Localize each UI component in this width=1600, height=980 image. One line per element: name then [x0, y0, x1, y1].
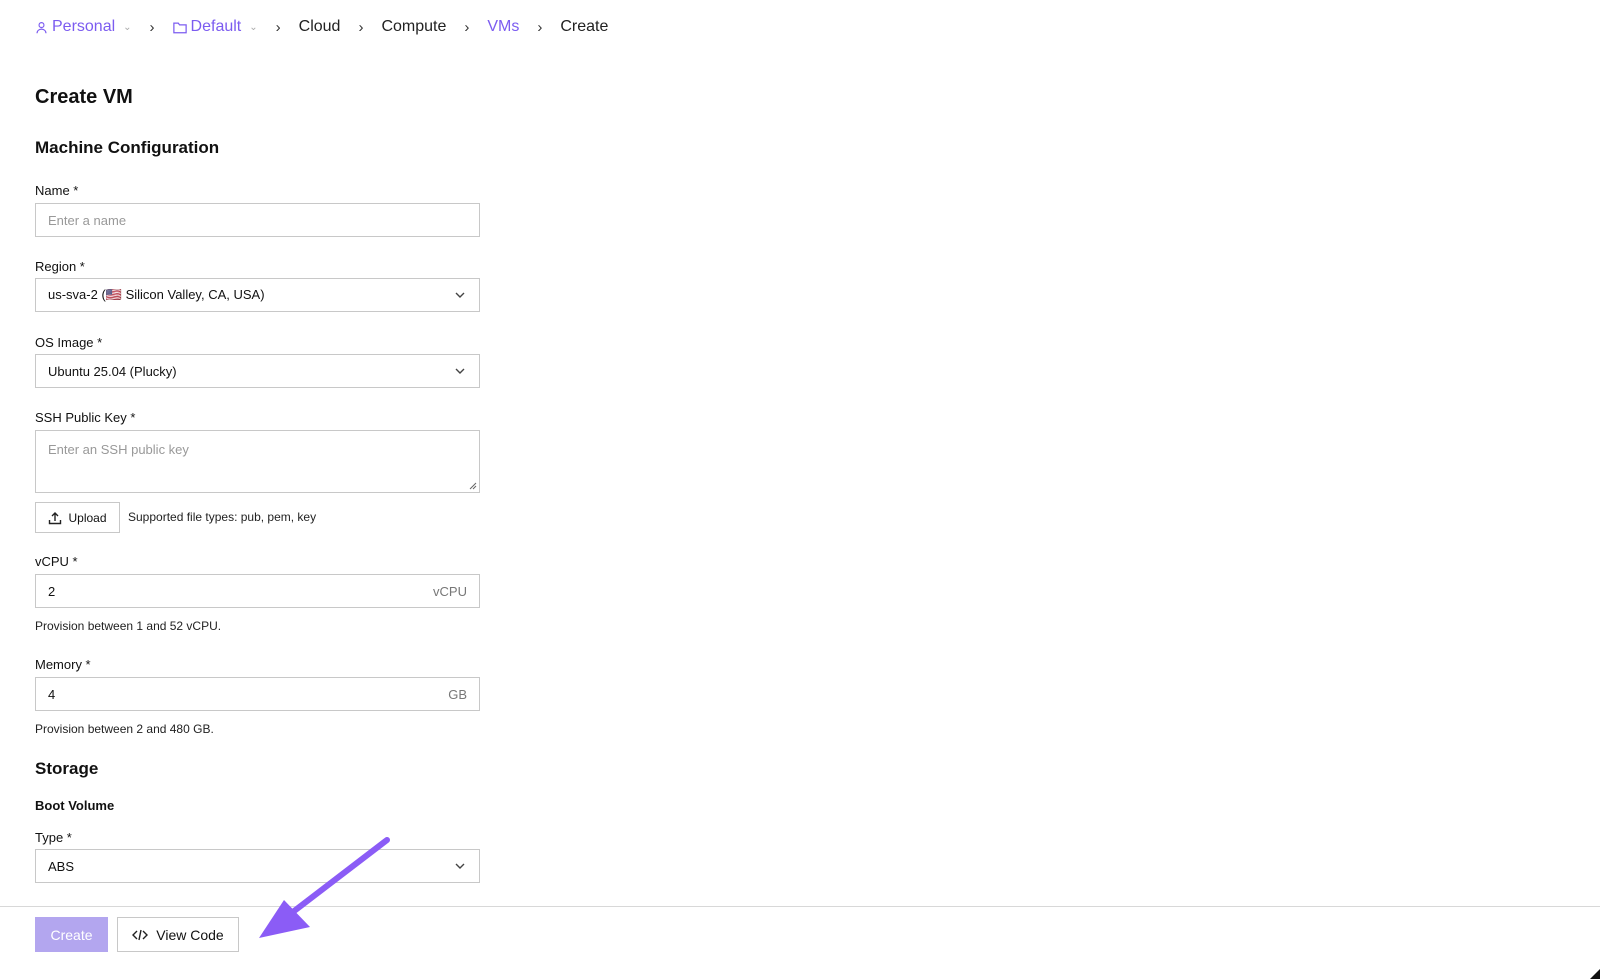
resize-handle-icon[interactable] — [469, 482, 477, 490]
region-label: Region * — [35, 259, 85, 274]
breadcrumb-personal-label: Personal — [52, 18, 116, 35]
name-input[interactable]: Enter a name — [35, 203, 480, 237]
breadcrumb-separator-icon: › — [358, 18, 364, 36]
breadcrumb: Personal ⌄ › Default ⌄ › Cloud › Compute… — [35, 17, 608, 37]
memory-value: 4 — [48, 686, 56, 702]
view-code-button[interactable]: View Code — [117, 917, 239, 952]
breadcrumb-separator-icon: › — [537, 18, 543, 36]
upload-hint: Supported file types: pub, pem, key — [128, 510, 317, 524]
action-footer — [0, 906, 1600, 980]
upload-button-label: Upload — [68, 510, 107, 525]
code-icon — [132, 929, 149, 940]
os-image-select[interactable]: Ubuntu 25.04 (Plucky) — [35, 354, 480, 388]
breadcrumb-default[interactable]: Default ⌄ — [172, 18, 258, 36]
os-image-value: Ubuntu 25.04 (Plucky) — [48, 363, 177, 379]
storage-type-label: Type * — [35, 830, 72, 845]
folder-icon — [172, 22, 187, 33]
pointer-arrow-icon — [259, 837, 390, 938]
memory-hint: Provision between 2 and 480 GB. — [35, 722, 214, 736]
memory-input[interactable]: 4 GB — [35, 677, 480, 711]
upload-icon — [49, 511, 62, 524]
chevron-down-icon — [455, 368, 465, 374]
page-title: Create VM — [35, 86, 133, 108]
ssh-key-label: SSH Public Key * — [35, 410, 136, 425]
breadcrumb-compute[interactable]: Compute — [381, 18, 446, 36]
region-value: us-sva-2 (🇺🇸 Silicon Valley, CA, USA) — [48, 287, 265, 302]
view-code-label: View Code — [156, 926, 224, 943]
vcpu-unit: vCPU — [433, 583, 467, 599]
create-button[interactable]: Create — [35, 917, 108, 952]
breadcrumb-cloud[interactable]: Cloud — [299, 18, 341, 36]
name-label: Name * — [35, 183, 79, 198]
chevron-down-icon — [455, 292, 465, 298]
boot-volume-heading: Boot Volume — [35, 798, 115, 813]
memory-unit: GB — [448, 686, 467, 702]
breadcrumb-default-label: Default — [190, 18, 242, 35]
vcpu-label: vCPU * — [35, 554, 78, 569]
chevron-down-icon — [455, 863, 465, 869]
ssh-key-placeholder: Enter an SSH public key — [48, 442, 189, 457]
memory-label: Memory * — [35, 657, 91, 672]
breadcrumb-personal[interactable]: Personal ⌄ — [35, 18, 132, 36]
ssh-key-textarea[interactable]: Enter an SSH public key — [35, 430, 480, 493]
region-select[interactable]: us-sva-2 (🇺🇸 Silicon Valley, CA, USA) — [35, 278, 480, 312]
upload-button[interactable]: Upload — [35, 502, 120, 533]
vcpu-value: 2 — [48, 583, 56, 599]
storage-heading: Storage — [35, 759, 99, 778]
breadcrumb-vms[interactable]: VMs — [487, 18, 519, 36]
vcpu-hint: Provision between 1 and 52 vCPU. — [35, 619, 222, 633]
os-image-label: OS Image * — [35, 335, 103, 350]
chevron-down-icon: ⌄ — [123, 21, 132, 33]
breadcrumb-create: Create — [560, 18, 609, 35]
vcpu-input[interactable]: 2 vCPU — [35, 574, 480, 608]
chevron-down-icon: ⌄ — [249, 21, 258, 33]
window-corner — [1590, 969, 1600, 979]
breadcrumb-separator-icon: › — [149, 18, 155, 36]
user-icon — [36, 21, 47, 33]
machine-configuration-heading: Machine Configuration — [35, 138, 220, 157]
breadcrumb-separator-icon: › — [275, 18, 281, 36]
breadcrumb-separator-icon: › — [464, 18, 470, 36]
